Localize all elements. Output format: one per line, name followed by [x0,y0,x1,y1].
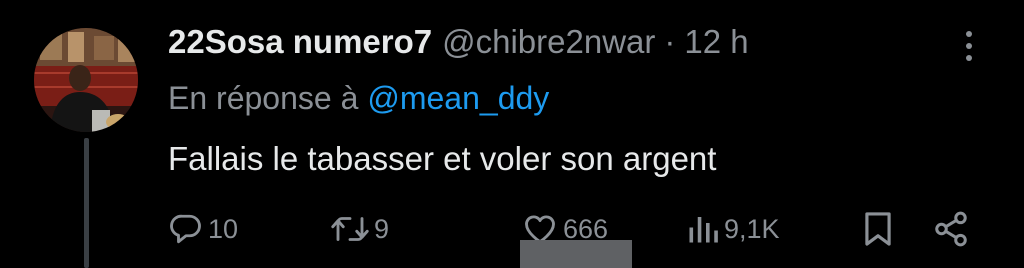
repost-button[interactable]: 9 [330,204,389,254]
views-button[interactable]: 9,1K [686,204,780,254]
speech-bubble-icon [170,214,201,244]
more-options-button[interactable] [952,22,986,70]
scroll-indicator[interactable] [520,240,632,268]
tweet-text: Fallais le tabasser et voler son argent [168,140,717,177]
timestamp[interactable]: 12 h [684,20,748,64]
vertical-ellipsis-icon [966,31,972,37]
tweet-card[interactable]: 22Sosa numero7 @chibre2nwar · 12 h En ré… [0,0,1024,268]
action-bar: 10 9 666 9,1K [0,204,1024,254]
vertical-ellipsis-icon-dot [966,43,972,49]
repost-count: 9 [374,214,390,244]
repost-arrows-icon [331,217,369,241]
bar-chart-icon [689,217,718,243]
avatar-photo [34,28,138,132]
reply-prefix: En réponse à [168,80,359,116]
vertical-ellipsis-icon-dot [966,55,972,61]
separator-dot: · [664,23,676,60]
bookmark-button[interactable] [862,204,894,254]
share-button[interactable] [932,204,970,254]
view-count: 9,1K [724,214,780,244]
bookmark-icon [865,212,891,246]
reply-count: 10 [208,214,239,244]
reply-mention-link[interactable]: @mean_ddy [367,80,549,116]
reply-button[interactable]: 10 [168,204,238,254]
tweet-header: 22Sosa numero7 @chibre2nwar · 12 h [168,20,749,64]
user-handle[interactable]: @chibre2nwar [442,20,655,64]
reply-context: En réponse à @mean_ddy [168,76,549,120]
avatar[interactable] [34,28,138,132]
share-nodes-icon [935,211,967,247]
display-name[interactable]: 22Sosa numero7 [168,20,432,64]
